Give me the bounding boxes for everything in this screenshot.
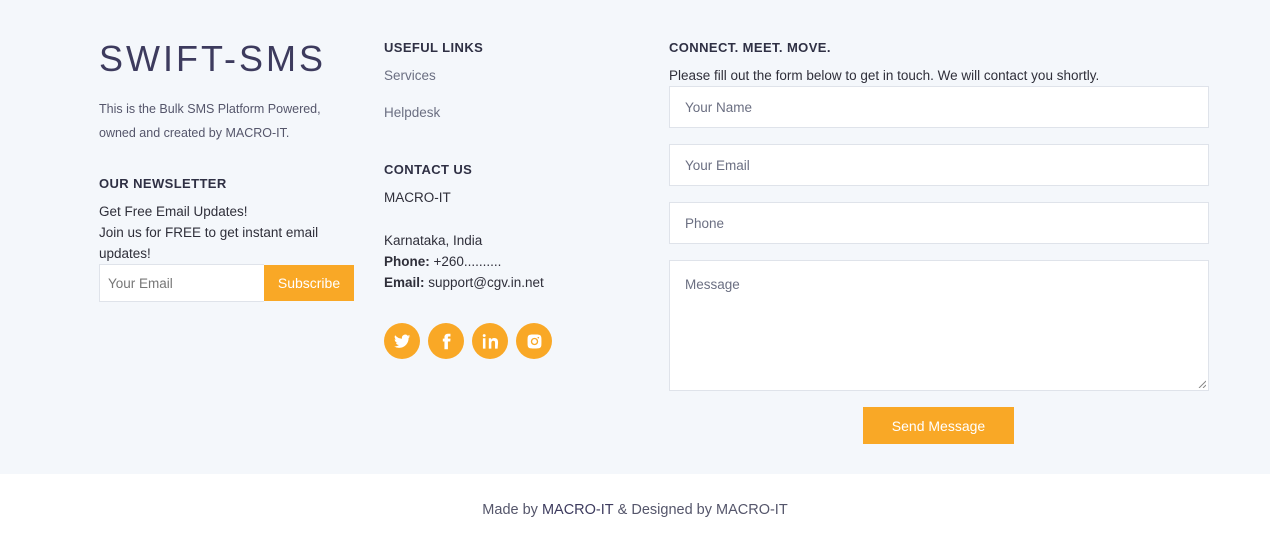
social-links [384,323,552,359]
contact-phone: Phone: +260.......... [384,254,501,269]
newsletter-line1: Get Free Email Updates! [99,204,248,219]
contact-form-title: CONNECT. MEET. MOVE. [669,40,831,55]
newsletter-form: Your Email Subscribe [99,264,354,302]
useful-links-title: USEFUL LINKS [384,40,484,55]
email-value: support@cgv.in.net [428,275,544,290]
phone-label: Phone: [384,254,430,269]
designed-by-text: & Designed by MACRO-IT [617,501,788,518]
copyright-bar: Made by MACRO-IT & Designed by MACRO-IT [0,474,1270,545]
email-field[interactable]: Your Email [669,144,1209,186]
message-placeholder: Message [685,277,740,292]
link-helpdesk[interactable]: Helpdesk [384,105,440,120]
name-field[interactable]: Your Name [669,86,1209,128]
phone-field[interactable]: Phone [669,202,1209,244]
brand-about: This is the Bulk SMS Platform Powered, o… [99,102,321,140]
newsletter-text: Get Free Email Updates! Join us for FREE… [99,201,349,264]
made-by-link[interactable]: MACRO-IT [542,502,614,518]
phone-value: +260.......... [433,254,502,269]
twitter-icon[interactable] [384,323,420,359]
newsletter-title: OUR NEWSLETTER [99,176,227,191]
contact-location: Karnataka, India [384,233,483,248]
resize-handle-icon[interactable] [1198,380,1206,388]
link-services[interactable]: Services [384,68,436,83]
made-by-label: Made by [482,501,538,518]
contact-email: Email: support@cgv.in.net [384,275,544,290]
newsletter-email-input[interactable]: Your Email [99,264,264,302]
linkedin-icon[interactable] [472,323,508,359]
subscribe-button[interactable]: Subscribe [264,265,354,301]
contact-company: MACRO-IT [384,190,451,205]
send-message-button[interactable]: Send Message [863,407,1014,444]
footer-top: SWIFT-SMS This is the Bulk SMS Platform … [0,0,1270,474]
newsletter-line2: Join us for FREE to get instant email up… [99,225,319,261]
message-field[interactable]: Message [669,260,1209,391]
instagram-icon[interactable] [516,323,552,359]
contact-title: CONTACT US [384,162,473,177]
brand-title: SWIFT-SMS [99,38,326,79]
email-label: Email: [384,275,425,290]
contact-form-intro: Please fill out the form below to get in… [669,68,1100,83]
facebook-icon[interactable] [428,323,464,359]
